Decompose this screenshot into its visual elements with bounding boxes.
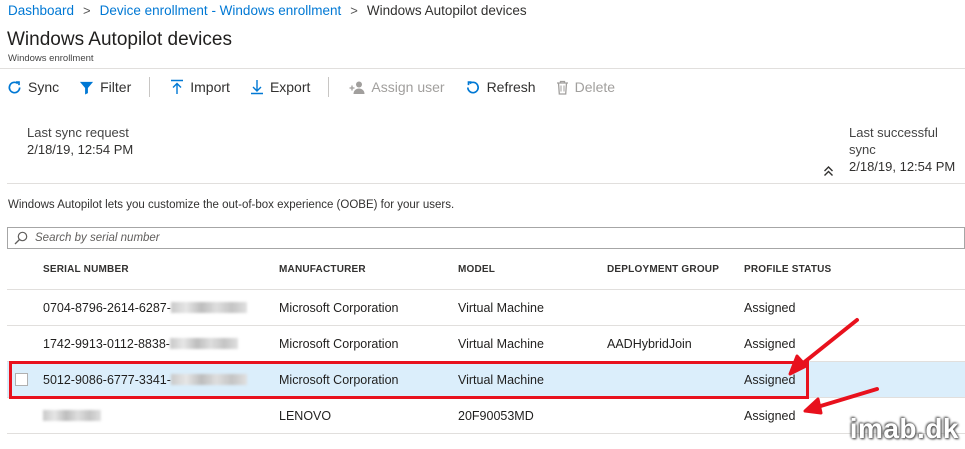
filter-icon: [80, 81, 94, 95]
search-input[interactable]: [35, 232, 935, 244]
page-title: Windows Autopilot devices: [7, 29, 232, 50]
serial-cell: 1742-9913-0112-8838-: [43, 337, 238, 351]
manufacturer-cell: Microsoft Corporation: [279, 337, 399, 351]
breadcrumb-device-enrollment-link[interactable]: Device enrollment - Windows enrollment: [100, 3, 342, 18]
trash-icon: [556, 80, 568, 95]
command-bar: Sync Filter Import Export Assign user Re…: [7, 76, 635, 98]
deployment-group-cell: AADHybridJoin: [607, 337, 692, 351]
serial-number: 0704-8796-2614-6287-: [43, 301, 171, 315]
manufacturer-cell: Microsoft Corporation: [279, 373, 399, 387]
breadcrumb-current: Windows Autopilot devices: [366, 3, 527, 18]
breadcrumb-dashboard-link[interactable]: Dashboard: [8, 3, 74, 18]
manufacturer-cell: Microsoft Corporation: [279, 301, 399, 315]
download-icon: [250, 80, 263, 95]
model-cell: Virtual Machine: [458, 337, 544, 351]
column-header-profile-status[interactable]: PROFILE STATUS: [744, 264, 831, 275]
delete-button[interactable]: Delete: [556, 79, 615, 95]
model-cell: Virtual Machine: [458, 373, 544, 387]
table-row[interactable]: 0704-8796-2614-6287- Microsoft Corporati…: [7, 290, 965, 326]
import-button[interactable]: Import: [170, 79, 230, 95]
serial-cell: 5012-9086-6777-3341-: [43, 373, 247, 387]
row-checkbox[interactable]: [15, 373, 28, 386]
export-label: Export: [269, 79, 311, 95]
column-header-model[interactable]: MODEL: [458, 264, 495, 275]
column-header-deployment-group[interactable]: DEPLOYMENT GROUP: [607, 264, 719, 275]
upload-icon: [171, 79, 184, 94]
sync-button[interactable]: Sync: [7, 79, 59, 95]
watermark: imab.dk: [849, 413, 959, 444]
table-row[interactable]: 1742-9913-0112-8838- Microsoft Corporati…: [7, 326, 965, 362]
section-divider: [7, 183, 965, 184]
description-text: Windows Autopilot lets you customize the…: [8, 199, 455, 211]
sync-label: Sync: [28, 79, 60, 95]
redacted-serial: [43, 410, 101, 421]
toolbar-separator: [149, 77, 151, 97]
refresh-label: Refresh: [486, 79, 536, 95]
last-sync-request-label: Last sync request: [27, 125, 129, 140]
profile-status-cell: Assigned: [744, 337, 796, 351]
refresh-icon: [466, 80, 479, 93]
export-button[interactable]: Export: [250, 79, 310, 95]
last-successful-sync: Last successful sync 2/18/19, 12:54 PM: [849, 124, 965, 175]
last-successful-sync-value: 2/18/19, 12:54 PM: [849, 159, 956, 174]
refresh-button[interactable]: Refresh: [465, 79, 536, 95]
profile-status-cell: Assigned: [744, 409, 796, 423]
last-successful-sync-label: Last successful sync: [849, 125, 938, 157]
assign-user-button[interactable]: Assign user: [349, 79, 445, 95]
profile-status-cell: Assigned: [744, 373, 796, 387]
redacted-serial-suffix: [170, 374, 247, 385]
toolbar-separator: [328, 77, 330, 97]
search-box[interactable]: [7, 227, 965, 249]
delete-label: Delete: [574, 79, 616, 95]
serial-cell: [43, 409, 101, 423]
model-cell: Virtual Machine: [458, 301, 544, 315]
chevron-double-up-icon[interactable]: [823, 164, 834, 182]
last-sync-request: Last sync request 2/18/19, 12:54 PM: [27, 124, 133, 158]
serial-cell: 0704-8796-2614-6287-: [43, 301, 247, 315]
table-row-selected[interactable]: 5012-9086-6777-3341- Microsoft Corporati…: [7, 362, 965, 398]
model-cell: 20F90053MD: [458, 409, 534, 423]
serial-number: 5012-9086-6777-3341-: [43, 373, 171, 387]
filter-label: Filter: [100, 79, 132, 95]
add-user-icon: [349, 81, 365, 94]
column-header-manufacturer[interactable]: MANUFACTURER: [279, 264, 366, 275]
filter-button[interactable]: Filter: [79, 79, 131, 95]
breadcrumb-separator: >: [350, 3, 358, 18]
profile-status-cell: Assigned: [744, 301, 796, 315]
redacted-serial-suffix: [169, 338, 238, 349]
assign-user-label: Assign user: [371, 79, 445, 95]
last-sync-request-value: 2/18/19, 12:54 PM: [27, 142, 134, 157]
breadcrumb: Dashboard > Device enrollment - Windows …: [8, 3, 527, 18]
page-subtitle: Windows enrollment: [8, 53, 94, 64]
breadcrumb-separator: >: [83, 3, 91, 18]
column-header-serial[interactable]: SERIAL NUMBER: [43, 264, 129, 275]
manufacturer-cell: LENOVO: [279, 409, 332, 423]
table-row[interactable]: LENOVO 20F90053MD Assigned: [7, 398, 965, 434]
search-icon: [14, 231, 28, 245]
redacted-serial-suffix: [170, 302, 247, 313]
header-divider: [0, 68, 965, 69]
sync-icon: [8, 80, 21, 93]
serial-number: 1742-9913-0112-8838-: [43, 337, 170, 351]
import-label: Import: [190, 79, 230, 95]
